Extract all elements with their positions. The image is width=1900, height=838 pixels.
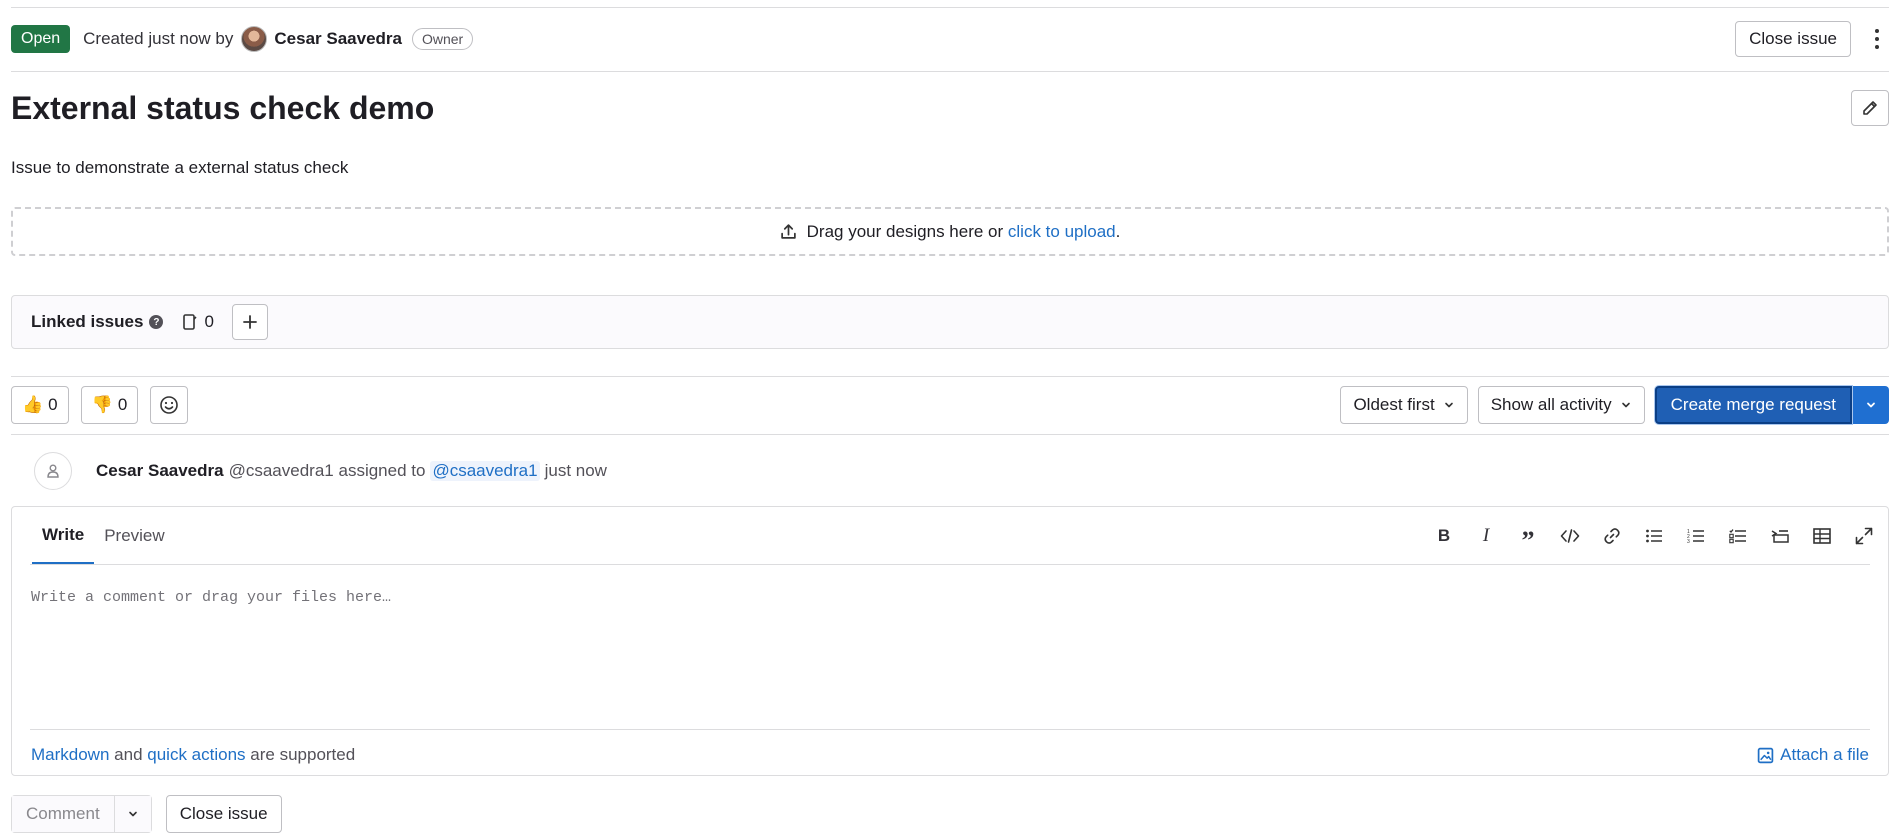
- thumbs-up-count: 0: [48, 395, 58, 414]
- created-text: Created just now by: [83, 29, 234, 48]
- activity-author[interactable]: Cesar Saavedra: [96, 461, 224, 481]
- quick-actions-link[interactable]: quick actions: [147, 745, 245, 764]
- smiley-icon: [160, 396, 179, 414]
- page-title: External status check demo: [11, 90, 435, 126]
- and-text: and: [114, 745, 143, 764]
- activity-action: assigned to: [338, 461, 426, 480]
- merge-request-options-button[interactable]: [1853, 386, 1889, 424]
- task-list-icon[interactable]: [1726, 524, 1750, 548]
- thumbs-up-button[interactable]: 👍 0: [11, 386, 69, 424]
- dropzone-text: Drag your designs here or: [806, 221, 1004, 241]
- chevron-down-icon: [1443, 399, 1455, 411]
- issue-actions-row: 👍 0 👎 0 Oldest first Show all activity C…: [11, 386, 1889, 424]
- linked-issues-count: 0: [182, 312, 214, 332]
- bullet-list-icon[interactable]: [1642, 524, 1666, 548]
- editor-help-text: Markdown and quick actions are supported: [31, 745, 355, 765]
- divider: [11, 376, 1889, 377]
- create-merge-request-button[interactable]: Create merge request: [1654, 386, 1852, 424]
- more-actions-icon[interactable]: [1865, 21, 1889, 57]
- linked-issues-label: Linked issues: [31, 312, 144, 331]
- thumbs-down-button[interactable]: 👎 0: [80, 386, 139, 424]
- author-link[interactable]: Cesar Saavedra: [274, 29, 402, 49]
- design-dropzone[interactable]: Drag your designs here or click to uploa…: [11, 207, 1889, 256]
- quote-icon[interactable]: ”: [1516, 524, 1540, 555]
- dropzone-suffix: .: [1115, 221, 1121, 241]
- chevron-down-icon: [1867, 402, 1875, 408]
- comment-split-button: Comment: [11, 795, 152, 833]
- pencil-icon: [1863, 101, 1877, 115]
- divider: [30, 564, 1870, 565]
- link-icon[interactable]: [1600, 524, 1624, 548]
- add-reaction-button[interactable]: [150, 386, 189, 424]
- activity-controls: Oldest first Show all activity Create me…: [1330, 386, 1889, 424]
- activity-filter-label: Show all activity: [1490, 395, 1612, 414]
- divider: [11, 71, 1889, 72]
- close-issue-button-bottom[interactable]: Close issue: [165, 795, 282, 833]
- created-info: Created just now by Cesar Saavedra Owner: [83, 26, 474, 52]
- activity-item: Cesar Saavedra @csaavedra1 assigned to @…: [34, 452, 607, 490]
- activity-username[interactable]: @csaavedra1: [229, 461, 334, 481]
- linked-issues-panel: Linked issues ? 0: [11, 295, 1889, 349]
- activity-time: just now: [544, 461, 607, 480]
- numbered-list-icon[interactable]: 123: [1684, 524, 1708, 548]
- thumbs-down-icon: 👎: [91, 395, 113, 414]
- tab-preview[interactable]: Preview: [94, 507, 174, 565]
- issue-description: Issue to demonstrate a external status c…: [11, 158, 349, 177]
- role-badge: Owner: [411, 28, 474, 50]
- svg-text:3: 3: [1687, 539, 1690, 544]
- issue-page: Open Created just now by Cesar Saavedra …: [0, 0, 1900, 838]
- fullscreen-icon[interactable]: [1852, 524, 1876, 548]
- code-icon[interactable]: [1558, 524, 1582, 548]
- supported-text: are supported: [250, 745, 356, 764]
- editor-tabs: Write Preview: [32, 507, 175, 565]
- status-badge: Open: [11, 25, 71, 53]
- collapsible-icon[interactable]: [1768, 524, 1792, 548]
- thumbs-down-count: 0: [117, 395, 128, 414]
- thumbs-up-icon: 👍: [22, 395, 44, 414]
- image-icon: [1757, 747, 1774, 763]
- comment-editor: Write Preview B I ” 123 Write a comment …: [11, 506, 1889, 776]
- issue-header: Open Created just now by Cesar Saavedra …: [11, 21, 1889, 57]
- bold-icon[interactable]: B: [1432, 524, 1456, 548]
- tab-write[interactable]: Write: [32, 507, 95, 565]
- issue-icon: [183, 314, 198, 330]
- add-linked-issue-button[interactable]: [231, 304, 268, 340]
- divider: [11, 7, 1889, 8]
- help-icon[interactable]: ?: [149, 315, 164, 329]
- editor-toolbar: B I ” 123: [1432, 519, 1876, 555]
- activity-filter-dropdown[interactable]: Show all activity: [1477, 386, 1645, 424]
- linked-count-value: 0: [204, 312, 214, 331]
- divider: [11, 434, 1889, 435]
- chevron-down-icon: [1620, 399, 1632, 411]
- attach-file-button[interactable]: Attach a file: [1757, 745, 1869, 765]
- sort-order-label: Oldest first: [1353, 395, 1435, 414]
- merge-request-split-button: Create merge request: [1654, 386, 1889, 424]
- close-issue-button[interactable]: Close issue: [1735, 21, 1851, 57]
- comment-actions: Comment Close issue: [11, 795, 282, 833]
- user-icon: [34, 452, 72, 490]
- avatar[interactable]: [241, 26, 268, 52]
- table-icon[interactable]: [1810, 524, 1834, 548]
- italic-icon[interactable]: I: [1474, 524, 1498, 548]
- comment-button[interactable]: Comment: [12, 796, 115, 832]
- plus-icon: [243, 315, 257, 329]
- chevron-down-icon: [128, 811, 137, 817]
- upload-link[interactable]: click to upload: [1008, 222, 1116, 242]
- header-actions: Close issue: [1735, 21, 1889, 57]
- markdown-link[interactable]: Markdown: [31, 745, 109, 764]
- edit-title-button[interactable]: [1851, 90, 1889, 126]
- upload-icon: [780, 223, 797, 240]
- comment-options-button[interactable]: [114, 796, 151, 832]
- divider: [30, 729, 1870, 730]
- comment-textarea[interactable]: Write a comment or drag your files here…: [31, 589, 391, 606]
- attach-file-label: Attach a file: [1780, 745, 1869, 764]
- sort-order-dropdown[interactable]: Oldest first: [1340, 386, 1468, 424]
- user-mention[interactable]: @csaavedra1: [430, 461, 540, 481]
